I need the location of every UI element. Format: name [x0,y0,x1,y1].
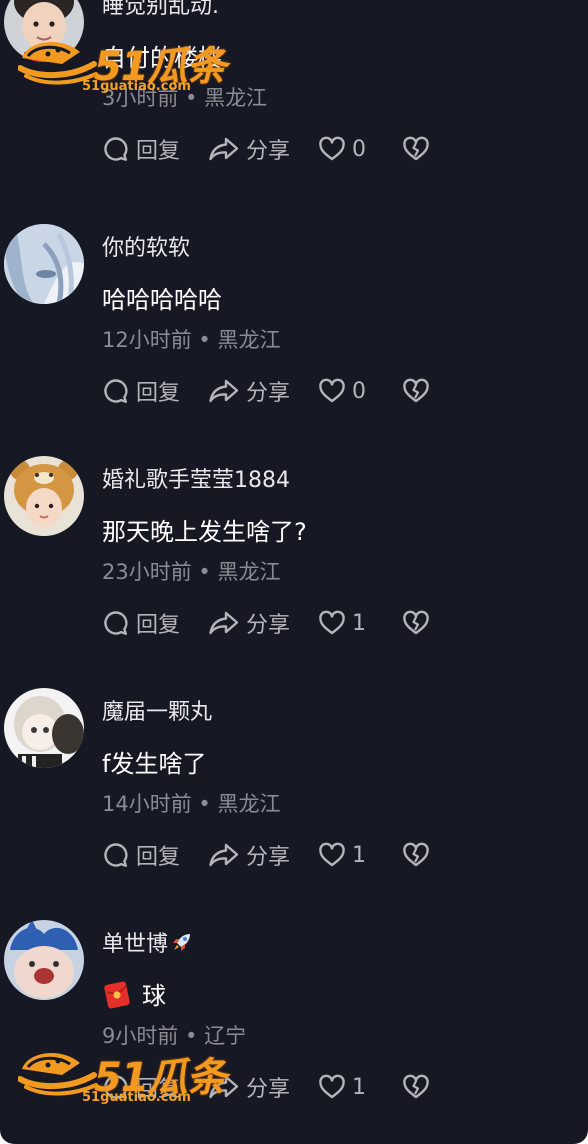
comment-text: 那天晚上发生啥了? [102,518,307,546]
like-count: 0 [352,136,366,162]
watermark: 51瓜条 51guatiao.com [18,1045,228,1109]
dislike-button[interactable] [402,374,430,408]
like-button[interactable]: 0 [318,132,402,166]
comment-item: 婚礼歌手莹莹1884 那天晚上发生啥了? 23小时前 • 黑龙江 回复 分享 1 [0,456,588,688]
avatar[interactable] [4,456,84,536]
red-envelope-icon [104,981,130,1009]
share-arrow-icon [209,611,239,635]
reply-label: 回复 [136,381,181,406]
reply-button[interactable]: 回复 [102,838,208,872]
username[interactable]: 单世博 [102,926,194,958]
reply-button[interactable]: 回复 [102,374,208,408]
comment-time: 14小时前 [102,792,192,816]
comment-bubble-icon [104,379,128,403]
comment-bubble-icon [104,611,128,635]
heart-icon [319,136,345,161]
watermark: 51瓜条 51guatiao.com [18,34,228,98]
comment-actions: 回复 分享 1 [102,838,430,872]
comment-meta: 14小时前 • 黑龙江 [102,788,280,818]
like-button[interactable]: 0 [318,374,402,408]
avatar[interactable] [4,224,84,304]
comment-time: 23小时前 [102,560,192,584]
share-button[interactable]: 分享 [208,132,318,166]
broken-heart-icon [403,610,429,635]
comment-location: 黑龙江 [217,792,281,816]
dislike-button[interactable] [402,1070,430,1104]
comment-item: 你的软软 哈哈哈哈哈 12小时前 • 黑龙江 回复 分享 0 [0,224,588,456]
share-arrow-icon [209,843,239,867]
reply-label: 回复 [136,845,181,870]
share-arrow-icon [209,379,239,403]
heart-icon [319,1074,345,1099]
comment-bubble-icon [104,843,128,867]
like-count: 1 [352,1074,366,1100]
comment-bubble-icon [104,137,128,161]
comment-actions: 回复 分享 0 [102,374,430,408]
like-count: 1 [352,610,366,636]
comment-text: 球 [102,976,166,1011]
like-button[interactable]: 1 [318,838,402,872]
share-button[interactable]: 分享 [208,606,318,640]
share-label: 分享 [246,1077,291,1102]
comment-item: 魔届一颗丸 f发生啥了 14小时前 • 黑龙江 回复 分享 1 [0,688,588,920]
meta-separator: • [191,328,218,352]
like-count: 0 [352,378,366,404]
reply-label: 回复 [136,139,181,164]
broken-heart-icon [403,378,429,403]
comment-meta: 12小时前 • 黑龙江 [102,324,280,354]
like-button[interactable]: 1 [318,1070,402,1104]
dislike-button[interactable] [402,838,430,872]
share-label: 分享 [246,613,291,638]
broken-heart-icon [403,1074,429,1099]
watermark-url: 51guatiao.com [82,79,191,94]
rocket-icon [173,934,191,951]
comment-location: 黑龙江 [217,560,281,584]
comment-item: 睡觉别乱动. 自付的楼楼 3小时前 • 黑龙江 回复 分享 0 [0,0,588,214]
comment-actions: 回复 分享 0 [102,132,430,166]
username[interactable]: 婚礼歌手莹莹1884 [102,462,290,494]
reply-label: 回复 [136,613,181,638]
comment-meta: 23小时前 • 黑龙江 [102,556,280,586]
share-label: 分享 [246,139,291,164]
meta-separator: • [191,560,218,584]
comment-text: 哈哈哈哈哈 [102,286,222,314]
reply-button[interactable]: 回复 [102,132,208,166]
heart-icon [319,378,345,403]
reply-button[interactable]: 回复 [102,606,208,640]
watermark-url: 51guatiao.com [82,1090,191,1105]
share-label: 分享 [246,845,291,870]
heart-icon [319,842,345,867]
comment-text: f发生啥了 [102,750,207,778]
comment-actions: 回复 分享 1 [102,606,430,640]
comment-list-screen: 睡觉别乱动. 自付的楼楼 3小时前 • 黑龙江 回复 分享 0 你的软软 哈哈哈… [0,0,588,1144]
like-count: 1 [352,842,366,868]
username[interactable]: 魔届一颗丸 [102,694,212,726]
share-button[interactable]: 分享 [208,838,318,872]
username-text: 单世博 [102,932,169,957]
comment-location: 黑龙江 [217,328,281,352]
broken-heart-icon [403,842,429,867]
comment-text-value: 球 [142,982,166,1010]
share-arrow-icon [209,137,239,161]
share-button[interactable]: 分享 [208,374,318,408]
like-button[interactable]: 1 [318,606,402,640]
avatar[interactable] [4,688,84,768]
share-label: 分享 [246,381,291,406]
username[interactable]: 你的软软 [102,230,190,262]
comment-time: 12小时前 [102,328,192,352]
username[interactable]: 睡觉别乱动. [102,0,219,20]
avatar[interactable] [4,920,84,1000]
comment-item: 单世博 球 9小时前 • 辽宁 回复 分享 1 [0,920,588,1144]
broken-heart-icon [403,136,429,161]
dislike-button[interactable] [402,132,430,166]
heart-icon [319,610,345,635]
dislike-button[interactable] [402,606,430,640]
meta-separator: • [191,792,218,816]
